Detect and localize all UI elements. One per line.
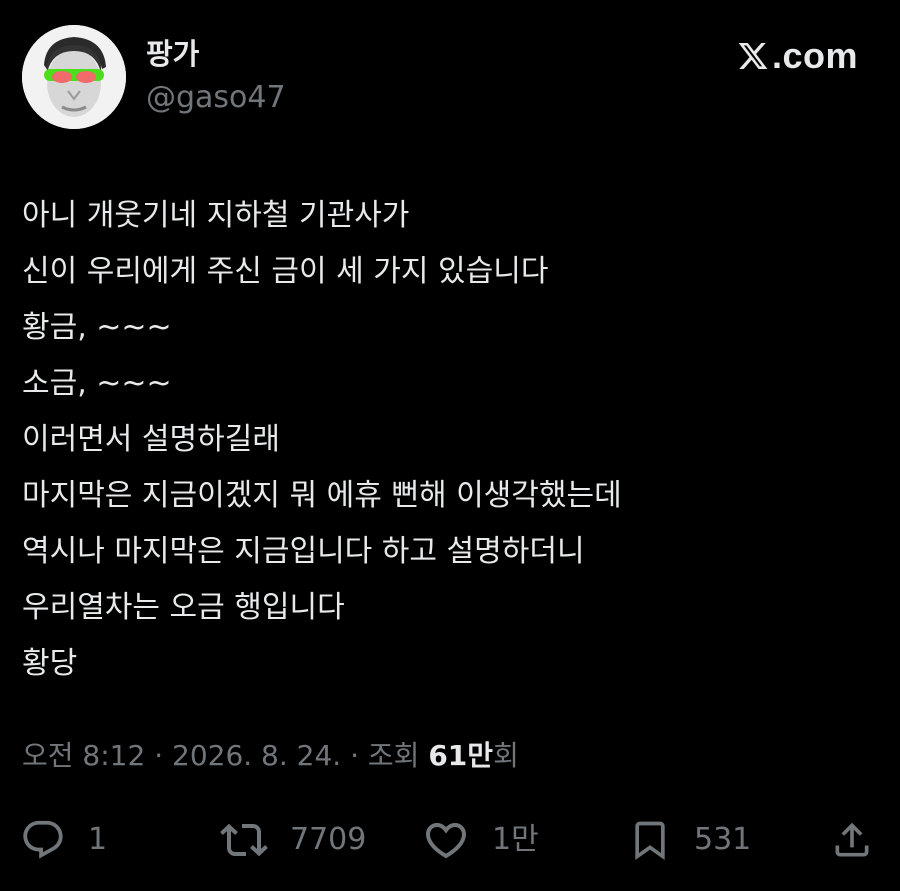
like-button[interactable]: 1만 (422, 812, 539, 868)
tweet-meta: 오전 8:12 · 2026. 8. 24. · 조회 61만회 (22, 736, 519, 776)
tweet-line: 아니 개웃기네 지하철 기관사가 (22, 198, 410, 233)
reply-icon (23, 820, 63, 859)
author-display-name[interactable]: 팡가 (146, 36, 199, 72)
retweet-button[interactable]: 7709 (220, 812, 366, 868)
tweet-text: 아니 개웃기네 지하철 기관사가 신이 우리에게 주신 금이 세 가지 있습니다… (22, 188, 882, 692)
reply-count: 1 (88, 822, 108, 857)
heart-icon (425, 823, 467, 859)
bookmark-icon (635, 821, 665, 861)
tweet-line: 황당 (22, 646, 78, 681)
avatar[interactable] (22, 25, 126, 129)
tweet-line: 신이 우리에게 주신 금이 세 가지 있습니다 (22, 254, 549, 289)
retweet-icon (220, 823, 268, 857)
author-handle[interactable]: @gaso47 (146, 80, 286, 116)
profile-avatar-icon (22, 25, 126, 129)
tweet-line: 이러면서 설명하길래 (22, 422, 280, 457)
brand-domain-text: .com (771, 35, 858, 76)
tweet-line: 황금, ~~~ (22, 310, 172, 345)
retweet-count: 7709 (290, 822, 367, 857)
x-logo-icon (738, 43, 768, 69)
tweet-line: 마지막은 지금이겠지 뭐 에휴 뻔해 이생각했는데 (22, 478, 622, 513)
tweet-line: 소금, ~~~ (22, 366, 172, 401)
reply-button[interactable]: 1 (20, 812, 107, 868)
tweet-line: 역시나 마지막은 지금입니다 하고 설명하더니 (22, 534, 585, 569)
tweet-line: 우리열차는 오금 행입니다 (22, 590, 345, 625)
views-suffix: 회 (493, 739, 519, 772)
tweet-timestamp[interactable]: 오전 8:12 · 2026. 8. 24. · 조회 (22, 739, 428, 772)
action-bar: 1 7709 1만 531 (0, 812, 900, 868)
share-icon (835, 822, 869, 857)
brand-logo: .com (736, 36, 858, 76)
bookmark-count: 531 (694, 822, 752, 857)
bookmark-button[interactable]: 531 (628, 812, 751, 868)
share-button[interactable] (830, 812, 874, 868)
views-count[interactable]: 61만 (428, 739, 493, 772)
like-count: 1만 (492, 822, 539, 857)
